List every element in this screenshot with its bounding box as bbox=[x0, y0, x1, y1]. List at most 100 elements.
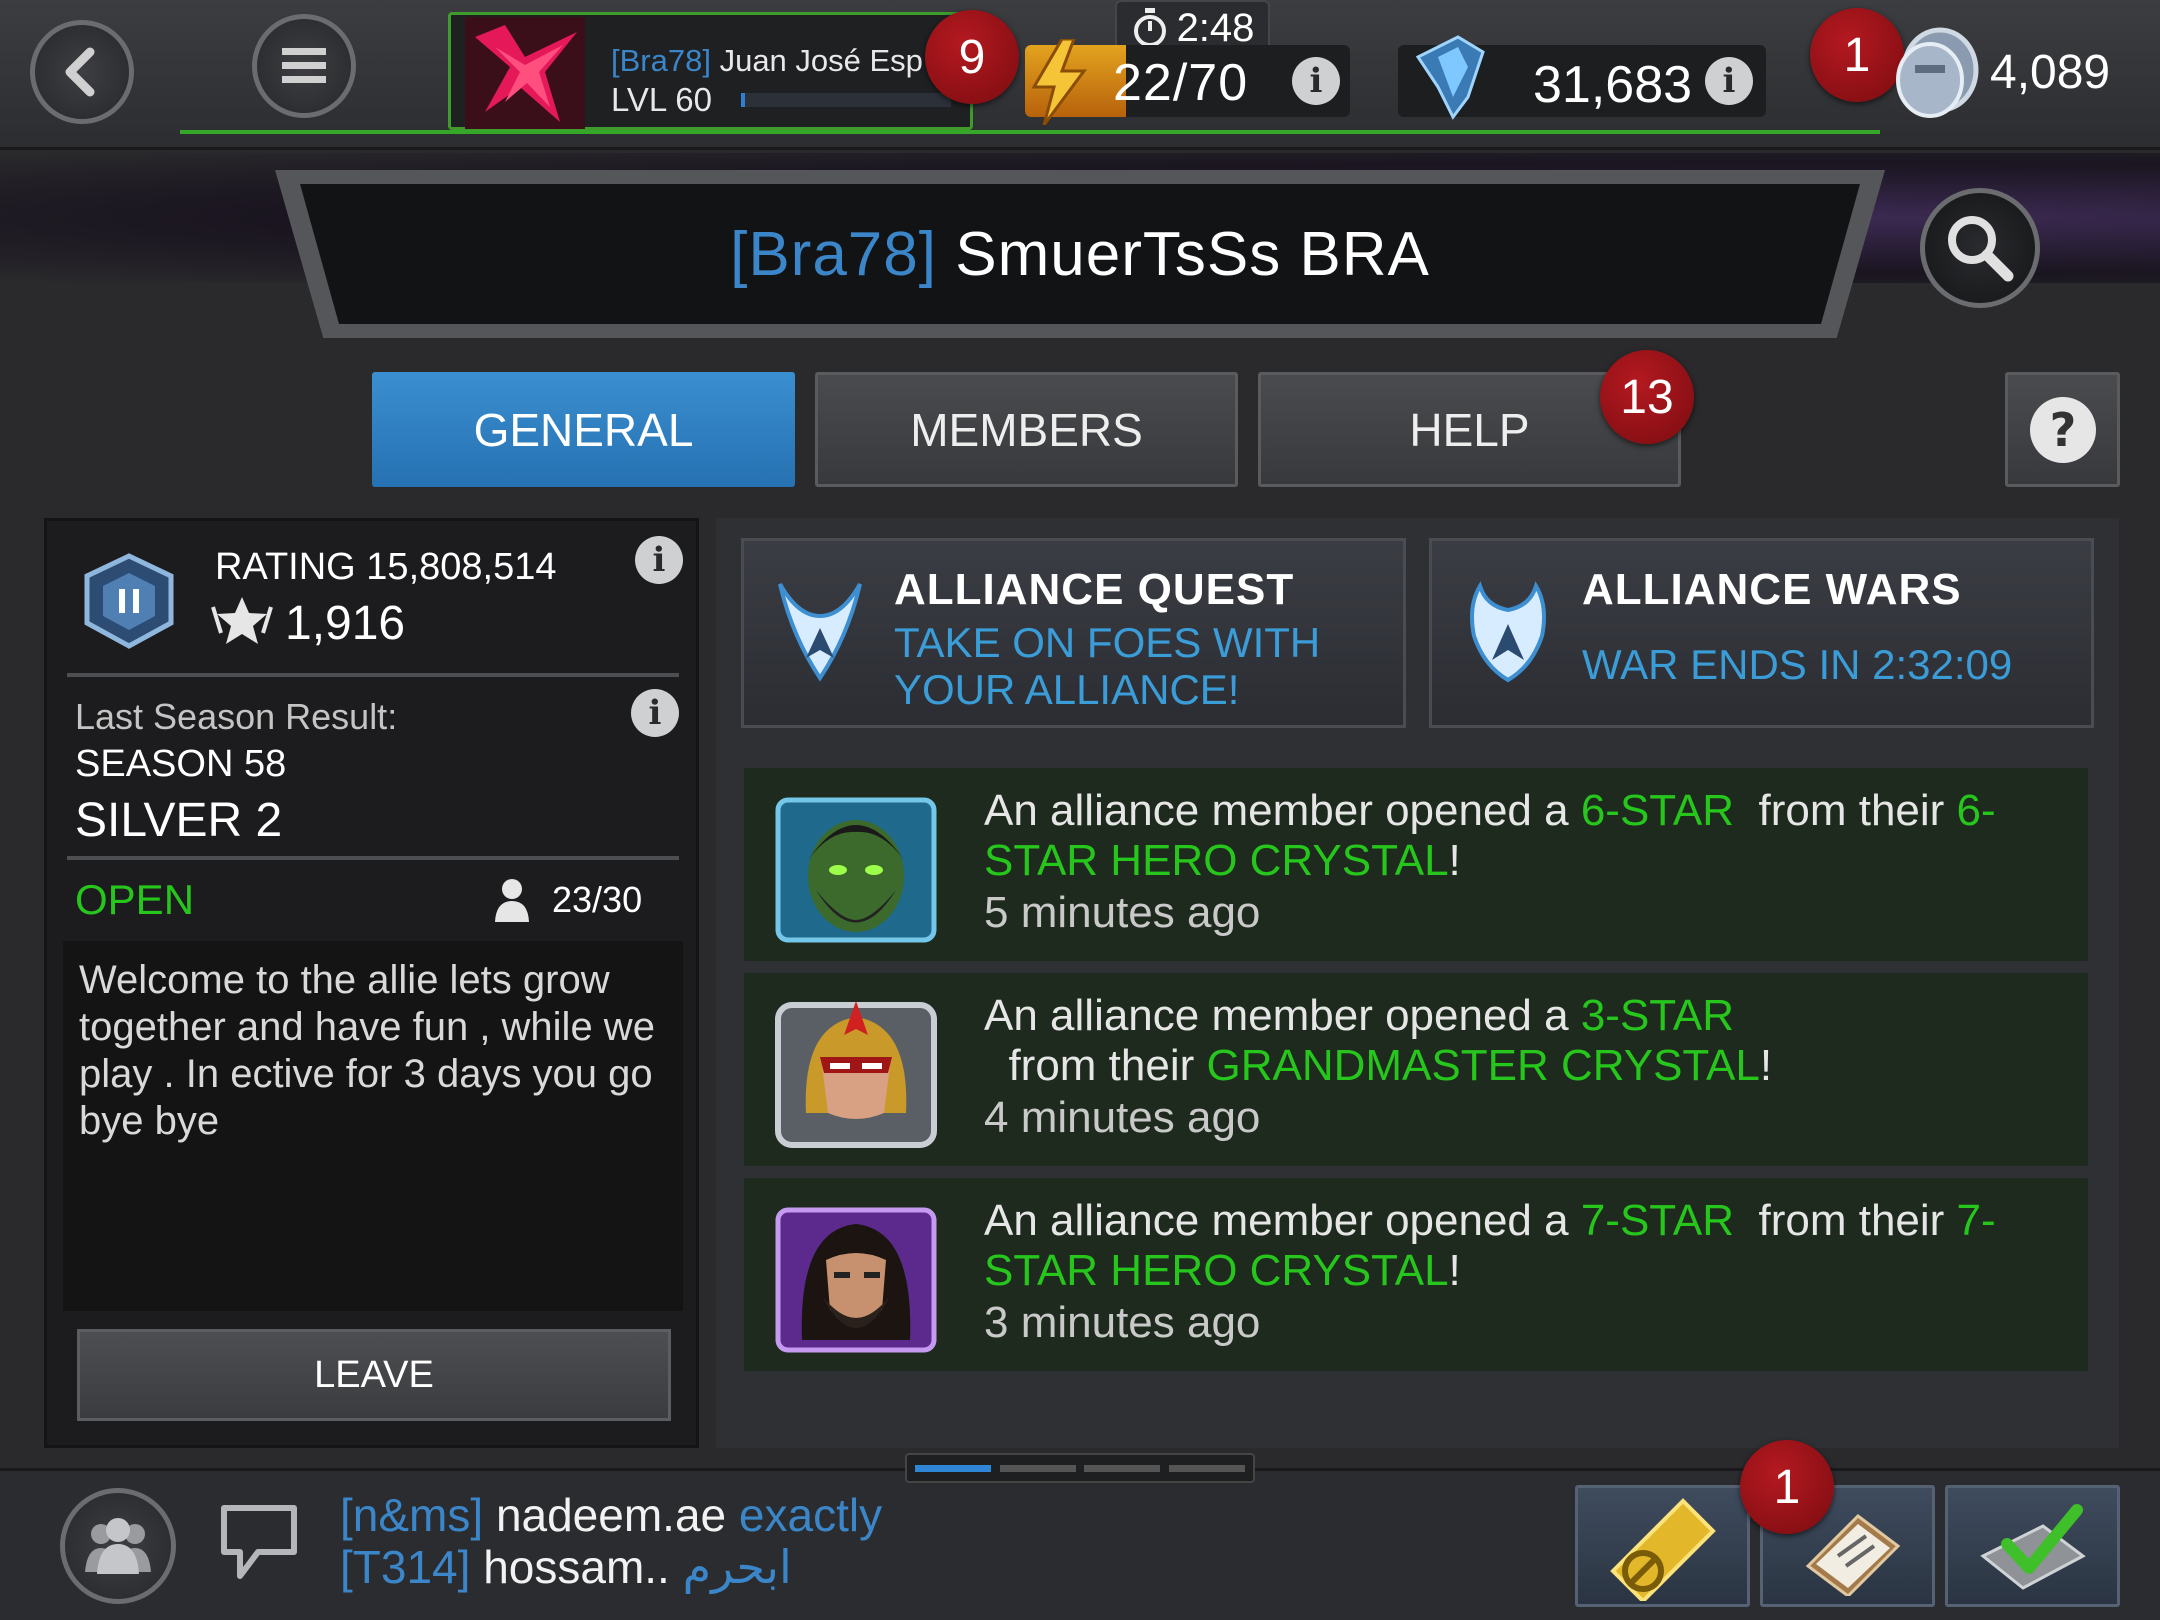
green-hero-portrait-icon bbox=[775, 797, 937, 943]
alliance-quest-card[interactable]: ALLIANCE QUEST TAKE ON FOES WITH YOUR AL… bbox=[741, 538, 1406, 728]
chat-bubble-icon[interactable] bbox=[218, 1500, 300, 1584]
chat-alliance-tag: [n&ms] bbox=[340, 1489, 484, 1541]
activity-feed-text: An alliance member opened a 3-STAR from … bbox=[984, 991, 2064, 1091]
chat-username: hossam.. bbox=[483, 1541, 670, 1593]
units-info-icon[interactable]: i bbox=[1705, 57, 1753, 105]
search-icon bbox=[1948, 216, 2014, 282]
divider bbox=[67, 856, 679, 860]
back-button[interactable] bbox=[30, 20, 134, 124]
activity-feed-item: An alliance member opened a 7-STAR from … bbox=[744, 1178, 2088, 1371]
units-currency[interactable]: 31,683 i bbox=[1398, 35, 1766, 120]
alliance-quest-title: ALLIANCE QUEST bbox=[894, 565, 1295, 614]
alliance-wars-emblem-icon bbox=[1470, 581, 1546, 683]
feed-text-suffix: ! bbox=[1448, 836, 1461, 885]
alliance-wars-card[interactable]: ALLIANCE WARS WAR ENDS IN 2:32:09 bbox=[1429, 538, 2094, 728]
alliance-name: SmuerTsSs BRA bbox=[955, 219, 1430, 289]
question-mark-icon: ? bbox=[2029, 396, 2096, 463]
search-button[interactable] bbox=[1920, 188, 2040, 308]
page-indicator bbox=[905, 1453, 1255, 1483]
energy-info-icon[interactable]: i bbox=[1292, 57, 1340, 105]
alliance-title-banner: [Bra78] SmuerTsSs BRA bbox=[300, 184, 1860, 324]
checkmark-scroll-icon bbox=[1979, 1504, 2086, 1590]
chat-alliance-tag: [T314] bbox=[340, 1541, 471, 1593]
alliance-gifts-button[interactable] bbox=[1575, 1485, 1750, 1607]
energy-timer-text: 2:48 bbox=[1176, 5, 1255, 50]
back-arrow-icon bbox=[65, 47, 95, 97]
xp-progress-fill bbox=[741, 93, 746, 107]
last-season-label: Last Season Result: bbox=[75, 696, 398, 737]
alliance-chat-button[interactable] bbox=[60, 1488, 176, 1604]
alliance-tag: [Bra78] bbox=[730, 219, 937, 289]
main-menu-button[interactable] bbox=[252, 14, 356, 118]
chat-message[interactable]: [T314] hossam.. ابحرم bbox=[340, 1540, 792, 1594]
chat-message[interactable]: [n&ms] nadeem.ae exactly bbox=[340, 1488, 882, 1542]
rating-info-icon[interactable]: i bbox=[635, 536, 683, 584]
alliance-title: [Bra78] SmuerTsSs BRA bbox=[730, 219, 1430, 290]
page-indicator-segment bbox=[999, 1464, 1076, 1472]
feed-rarity: 3-STAR bbox=[1580, 991, 1735, 1040]
help-tab-badge: 13 bbox=[1600, 350, 1694, 444]
player-name-text: Juan José Esp bbox=[719, 43, 923, 78]
season-info-icon[interactable]: i bbox=[631, 689, 679, 737]
feed-text-prefix: An alliance member opened a bbox=[984, 991, 1581, 1040]
member-person-icon bbox=[495, 879, 529, 922]
feed-text-suffix: ! bbox=[1759, 1041, 1773, 1090]
page-indicator-segment bbox=[1084, 1464, 1161, 1472]
player-level: LVL 60 bbox=[611, 81, 712, 118]
quests-notification-badge: 1 bbox=[1740, 1440, 1834, 1534]
alliance-quest-subtitle: TAKE ON FOES WITH YOUR ALLIANCE! bbox=[894, 619, 1321, 713]
season-tier: SILVER 2 bbox=[75, 794, 283, 847]
xp-progress-bar bbox=[741, 93, 951, 107]
alliance-quest-emblem-icon bbox=[778, 583, 862, 682]
feed-text-prefix: An alliance member opened a bbox=[984, 1196, 1581, 1245]
page-indicator-segment bbox=[1168, 1464, 1245, 1472]
feed-text-middle: from their bbox=[984, 1041, 1207, 1090]
feed-rarity: 7-STAR bbox=[1580, 1196, 1735, 1245]
svg-text:?: ? bbox=[2049, 403, 2076, 457]
profile-notification-badge: 9 bbox=[925, 10, 1019, 104]
bearded-hero-portrait-icon bbox=[775, 1207, 937, 1353]
alliance-wars-title: ALLIANCE WARS bbox=[1582, 565, 1962, 614]
hamburger-menu-icon bbox=[282, 48, 326, 83]
player-profile[interactable]: [Bra78] Juan José Esp LVL 60 bbox=[448, 12, 973, 130]
leave-alliance-button[interactable]: LEAVE bbox=[77, 1329, 671, 1421]
top-bar-accent-line bbox=[180, 130, 1880, 134]
alliance-open-status: OPEN bbox=[75, 876, 195, 923]
feed-text-middle: from their bbox=[1734, 1196, 1957, 1245]
alliance-description-box: Welcome to the allie lets grow together … bbox=[63, 941, 683, 1311]
feed-timestamp: 4 minutes ago bbox=[984, 1093, 1261, 1142]
activity-feed-text: An alliance member opened a 6-STAR from … bbox=[984, 786, 2064, 886]
energy-meter[interactable]: 22/70 i bbox=[1025, 39, 1350, 125]
energy-value: 22/70 bbox=[1113, 54, 1249, 112]
help-question-button[interactable]: ? bbox=[2005, 372, 2120, 487]
gold-value: 4,089 bbox=[1990, 46, 2111, 99]
feed-text-middle: from their bbox=[1734, 786, 1957, 835]
trophy-star-icon bbox=[211, 597, 273, 644]
units-crystal-icon bbox=[1415, 35, 1485, 120]
activity-feed-item: An alliance member opened a 6-STAR from … bbox=[744, 768, 2088, 961]
feed-crystal-name: GRANDMASTER CRYSTAL bbox=[1206, 1041, 1760, 1090]
feed-text-suffix: ! bbox=[1448, 1246, 1461, 1295]
player-name: [Bra78] Juan José Esp bbox=[611, 43, 931, 79]
chat-username: nadeem.ae bbox=[495, 1489, 727, 1541]
alliance-activity-panel: ALLIANCE QUEST TAKE ON FOES WITH YOUR AL… bbox=[716, 518, 2119, 1448]
alliance-milestones-button[interactable] bbox=[1945, 1485, 2120, 1607]
group-people-icon bbox=[85, 1518, 151, 1574]
helmeted-hero-portrait-icon bbox=[775, 1001, 937, 1148]
player-avatar-icon bbox=[465, 17, 585, 129]
player-alliance-tag: [Bra78] bbox=[611, 43, 711, 78]
stopwatch-icon bbox=[1133, 8, 1166, 47]
alliance-wars-timer: WAR ENDS IN 2:32:09 bbox=[1582, 641, 2013, 688]
chat-text: exactly bbox=[738, 1489, 883, 1541]
season-number: SEASON 58 bbox=[75, 743, 287, 785]
gold-ticket-icon bbox=[1609, 1498, 1716, 1601]
rank-shield-icon bbox=[84, 553, 174, 649]
feed-rarity: 6-STAR bbox=[1580, 786, 1735, 835]
units-value: 31,683 bbox=[1533, 56, 1693, 114]
tab-general[interactable]: GENERAL bbox=[372, 372, 795, 487]
tab-members[interactable]: MEMBERS bbox=[815, 372, 1238, 487]
activity-feed-text: An alliance member opened a 7-STAR from … bbox=[984, 1196, 2064, 1296]
chat-text: ابحرم bbox=[682, 1541, 792, 1593]
alliance-rating: RATING 15,808,514 bbox=[215, 546, 557, 588]
gold-coins-icon[interactable] bbox=[1885, 20, 1990, 125]
